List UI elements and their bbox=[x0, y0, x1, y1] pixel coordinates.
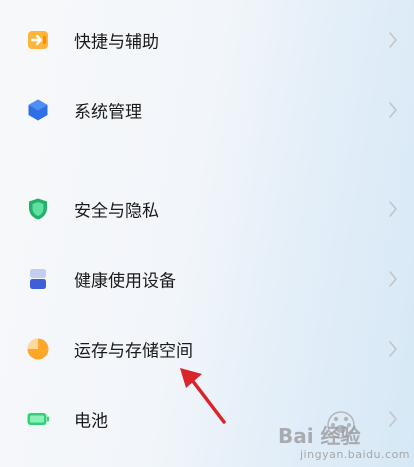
baidu-jingyan-watermark: Bai 经验 jingyan.baidu.com bbox=[270, 404, 414, 467]
accessibility-shortcut-icon bbox=[26, 28, 50, 52]
watermark-brand: Bai 经验 bbox=[278, 424, 361, 448]
chevron-right-icon bbox=[388, 270, 398, 288]
annotation-arrow-icon bbox=[176, 366, 236, 428]
chevron-right-icon bbox=[388, 340, 398, 358]
settings-item-label: 系统管理 bbox=[74, 102, 142, 123]
system-management-hexagon-icon bbox=[26, 98, 50, 122]
chevron-right-icon bbox=[388, 31, 398, 49]
settings-item-label: 快捷与辅助 bbox=[74, 32, 159, 53]
settings-item-label: 安全与隐私 bbox=[74, 201, 159, 222]
settings-item-label: 运存与存储空间 bbox=[74, 341, 193, 362]
settings-item-digital-health[interactable]: 健康使用设备 bbox=[0, 249, 414, 309]
settings-item-label: 健康使用设备 bbox=[74, 271, 176, 292]
chevron-right-icon bbox=[388, 200, 398, 218]
watermark-url: jingyan.baidu.com bbox=[300, 448, 411, 461]
settings-item-label: 电池 bbox=[74, 411, 108, 432]
chevron-right-icon bbox=[388, 101, 398, 119]
storage-pie-icon bbox=[26, 337, 50, 361]
digital-health-hourglass-icon bbox=[26, 267, 50, 291]
settings-item-accessibility[interactable]: 快捷与辅助 bbox=[0, 10, 414, 70]
settings-item-system-management[interactable]: 系统管理 bbox=[0, 80, 414, 140]
security-shield-icon bbox=[26, 197, 50, 221]
battery-icon bbox=[26, 407, 50, 431]
settings-item-security-privacy[interactable]: 安全与隐私 bbox=[0, 179, 414, 239]
